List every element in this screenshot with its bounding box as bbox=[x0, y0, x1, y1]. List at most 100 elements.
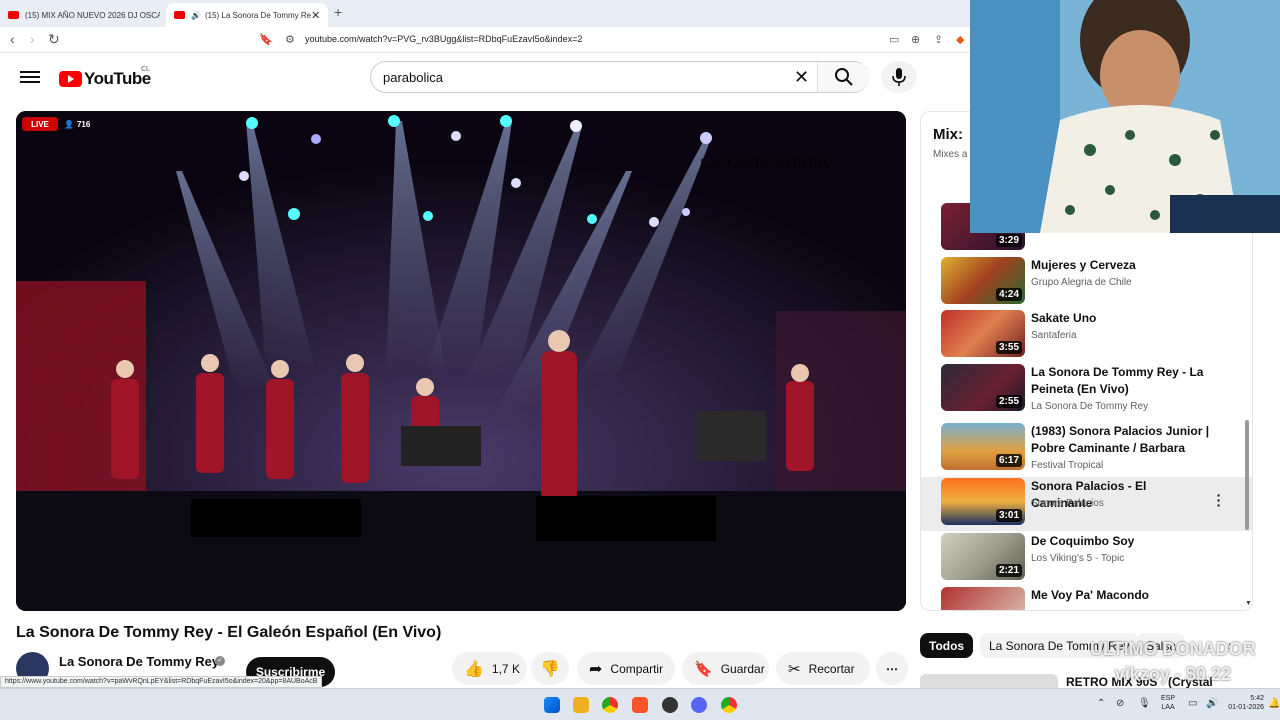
share-page-icon[interactable]: ⇪ bbox=[934, 33, 943, 46]
duration-badge: 2:21 bbox=[995, 564, 1022, 577]
volume-icon[interactable]: 🔊 bbox=[1206, 698, 1218, 709]
duration-badge: 6:17 bbox=[995, 454, 1022, 467]
playlist-item[interactable]: Me Voy Pa' Macondo bbox=[921, 586, 1252, 610]
tab-label: (15) La Sonora De Tommy Re bbox=[204, 10, 312, 20]
duration-badge: 2:55 bbox=[995, 395, 1022, 408]
playlist-item[interactable]: 6:17 (1983) Sonora Palacios Junior | Pob… bbox=[921, 422, 1252, 476]
search-input[interactable]: parabolica bbox=[383, 70, 443, 85]
channel-name[interactable]: La Sonora De Tommy Rey bbox=[59, 654, 219, 669]
status-bar-url: https://www.youtube.com/watch?v=paWvRQnL… bbox=[0, 676, 323, 688]
share-label: Compartir bbox=[610, 661, 664, 676]
thumbs-down-icon: 👎 bbox=[540, 660, 560, 678]
dislike-button[interactable]: 👎 bbox=[531, 652, 569, 685]
viewer-count: 👤 716 bbox=[64, 117, 90, 131]
close-tab-icon[interactable]: ✕ bbox=[311, 9, 320, 22]
notifications-icon[interactable]: 🔔 bbox=[1268, 698, 1280, 709]
menu-icon[interactable] bbox=[20, 68, 40, 86]
item-channel: Grupo Alegria de Chile bbox=[1031, 277, 1132, 288]
file-explorer-icon[interactable] bbox=[573, 697, 589, 713]
obs-icon[interactable] bbox=[662, 697, 678, 713]
browser-tab-2-active[interactable]: 🔊 (15) La Sonora De Tommy Re ✕ bbox=[166, 3, 328, 27]
video-thumbnail bbox=[941, 587, 1025, 610]
webcam-overlay bbox=[970, 0, 1280, 233]
discord-icon[interactable] bbox=[691, 697, 707, 713]
item-title: Sakate Uno bbox=[1031, 311, 1097, 325]
reload-icon[interactable]: ↻ bbox=[48, 31, 60, 48]
recommendation-thumbnail[interactable] bbox=[920, 674, 1058, 688]
lang-line-2: LAA bbox=[1161, 704, 1175, 711]
youtube-play-icon bbox=[59, 71, 82, 87]
webcam-image bbox=[970, 0, 1280, 233]
playlist-item[interactable]: 4:24 Mujeres y Cerveza Grupo Alegria de … bbox=[921, 256, 1252, 310]
duration-badge: 3:01 bbox=[995, 509, 1022, 522]
more-actions-button[interactable]: ⋯ bbox=[876, 652, 908, 685]
mic-tray-icon[interactable]: 🎙 bbox=[1138, 698, 1151, 709]
address-bar-row: ‹ › ↻ 🔖 ⚙ youtube.com/watch?v=PVG_rv3BUg… bbox=[0, 27, 970, 53]
keyboard-language[interactable]: ESP LAA bbox=[1161, 694, 1175, 712]
cast-icon[interactable]: ▭ bbox=[889, 33, 899, 46]
playlist-title[interactable]: Mix: bbox=[933, 126, 963, 143]
search-icon bbox=[835, 68, 853, 86]
video-title: La Sonora De Tommy Rey - El Galeón Españ… bbox=[16, 624, 442, 641]
video-thumbnail: 4:24 bbox=[941, 257, 1025, 304]
save-button[interactable]: 🔖 Guardar bbox=[682, 652, 769, 685]
save-label: Guardar bbox=[720, 661, 765, 676]
chip-all[interactable]: Todos bbox=[920, 633, 974, 658]
playlist-item[interactable]: 2:21 De Coquimbo Soy Los Viking's 5 - To… bbox=[921, 532, 1252, 586]
network-icon[interactable]: ⊘ bbox=[1116, 698, 1124, 709]
lang-line-1: ESP bbox=[1161, 695, 1176, 702]
new-tab-button[interactable]: + bbox=[334, 4, 342, 20]
zoom-icon[interactable]: ⊕ bbox=[911, 33, 920, 46]
clock-date: 01-01-2026 bbox=[1228, 704, 1264, 711]
taskbar: ⌃ ⊘ 🎙 ESP LAA ▭ 🔊 5:42 01-01-2026 🔔 bbox=[0, 688, 1280, 720]
video-thumbnail: 3:01 bbox=[941, 478, 1025, 525]
playlist-scrollbar[interactable] bbox=[1245, 420, 1249, 530]
clip-label: Recortar bbox=[808, 661, 855, 676]
chrome-icon[interactable] bbox=[602, 697, 618, 713]
youtube-favicon-icon bbox=[8, 11, 19, 19]
donor-name: vikzoy - $0.22 bbox=[1114, 664, 1231, 684]
youtube-logo[interactable]: YouTube bbox=[59, 69, 151, 89]
brave-shield-icon[interactable]: ◆ bbox=[956, 33, 964, 46]
forward-icon[interactable]: › bbox=[30, 31, 35, 47]
search-button[interactable] bbox=[817, 62, 869, 92]
clear-search-icon[interactable]: ✕ bbox=[794, 67, 809, 88]
like-button[interactable]: 👍 1,7 K bbox=[452, 652, 527, 685]
duration-badge: 3:55 bbox=[995, 341, 1022, 354]
clip-button[interactable]: ✂ Recortar bbox=[776, 652, 870, 685]
video-player[interactable] bbox=[16, 111, 906, 611]
verified-icon: ✓ bbox=[215, 656, 225, 666]
windows-start-icon[interactable] bbox=[544, 697, 560, 713]
tray-overflow-icon[interactable]: ⌃ bbox=[1097, 698, 1105, 709]
site-info-icon[interactable]: ⚙ bbox=[285, 33, 295, 46]
chrome-profile-icon[interactable] bbox=[721, 697, 737, 713]
video-thumbnail: 3:55 bbox=[941, 310, 1025, 357]
url-field[interactable]: youtube.com/watch?v=PVG_rv3BUgg&list=RDb… bbox=[305, 34, 582, 44]
browser-tab-1[interactable]: (15) MIX AÑO NUEVO 2026 DJ OSCA bbox=[0, 3, 160, 27]
playlist-item-hovered[interactable]: 3:01 Sonora Palacios - El Caminante Sono… bbox=[921, 477, 1252, 531]
video-frame-stage-image bbox=[16, 111, 906, 611]
item-title: (1983) Sonora Palacios Junior | Pobre Ca… bbox=[1031, 424, 1210, 455]
video-thumbnail: 2:55 bbox=[941, 364, 1025, 411]
item-title: Me Voy Pa' Macondo bbox=[1031, 588, 1149, 602]
share-arrow-icon: ➦ bbox=[589, 660, 603, 678]
live-badge: LIVE bbox=[22, 117, 58, 131]
scissors-icon: ✂ bbox=[788, 660, 801, 678]
bookmark-icon[interactable]: 🔖 bbox=[259, 33, 273, 46]
scroll-down-arrow-icon[interactable]: ▼ bbox=[1245, 600, 1252, 607]
brave-icon[interactable] bbox=[632, 697, 648, 713]
playlist-item[interactable]: 2:55 La Sonora De Tommy Rey - La Peineta… bbox=[921, 363, 1252, 417]
live-label: LIVE bbox=[31, 119, 49, 129]
voice-search-button[interactable] bbox=[881, 61, 917, 93]
share-button[interactable]: ➦ Compartir bbox=[577, 652, 675, 685]
bookmark-icon: 🔖 bbox=[694, 660, 713, 678]
search-box: parabolica ✕ bbox=[370, 61, 869, 93]
more-vertical-icon[interactable]: · · · bbox=[1215, 488, 1223, 512]
playlist-item[interactable]: 3:55 Sakate Uno Santaferia bbox=[921, 309, 1252, 363]
display-icon[interactable]: ▭ bbox=[1188, 698, 1197, 709]
clock-time: 5:42 bbox=[1250, 695, 1264, 702]
thumbs-up-icon: 👍 bbox=[464, 660, 484, 678]
item-title: Mujeres y Cerveza bbox=[1031, 258, 1136, 272]
clock[interactable]: 5:42 01-01-2026 bbox=[1222, 694, 1264, 712]
back-icon[interactable]: ‹ bbox=[10, 31, 15, 47]
